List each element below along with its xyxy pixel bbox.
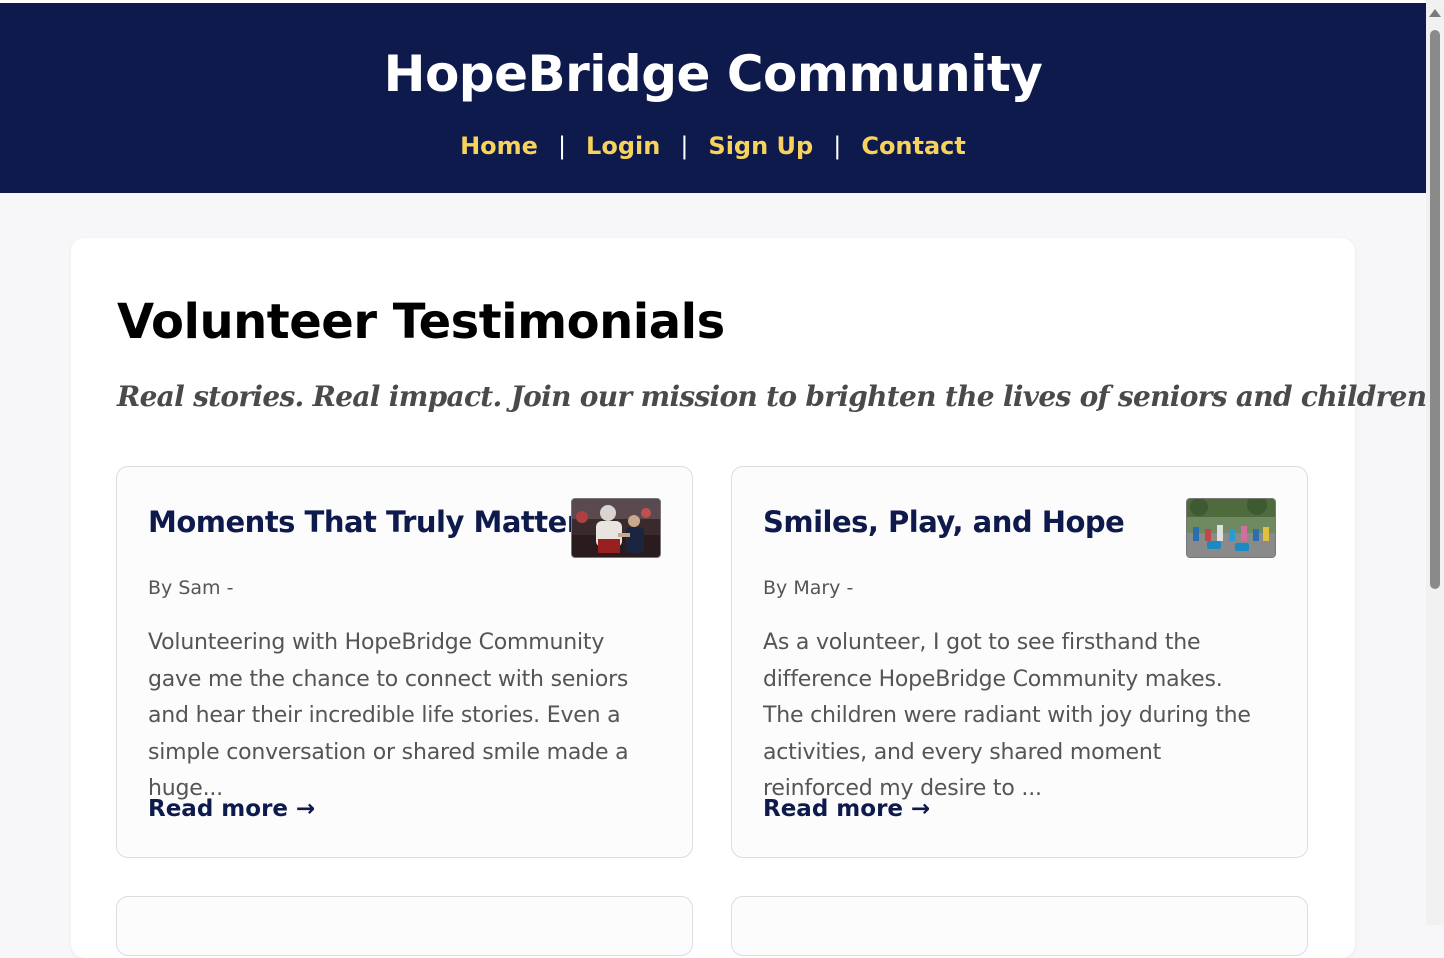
testimonial-card: Smiles, Play, and Hope By Mary - As a vo…	[731, 466, 1308, 858]
vertical-scrollbar[interactable]	[1426, 0, 1444, 925]
nav-separator: |	[833, 132, 842, 160]
read-more-link[interactable]: Read more →	[763, 796, 930, 822]
testimonial-thumbnail	[1186, 498, 1276, 558]
testimonial-excerpt: As a volunteer, I got to see firsthand t…	[763, 630, 1251, 801]
scroll-up-arrow-icon[interactable]	[1429, 9, 1441, 17]
testimonial-excerpt: Volunteering with HopeBridge Community g…	[148, 630, 629, 801]
nav-link-login[interactable]: Login	[586, 132, 660, 160]
nav-link-sign-up[interactable]: Sign Up	[708, 132, 813, 160]
site-title: HopeBridge Community	[383, 45, 1043, 103]
page-tagline: Real stories. Real impact. Join our miss…	[117, 380, 1436, 413]
nav-separator: |	[680, 132, 689, 160]
nav-separator: |	[557, 132, 567, 160]
nav-link-contact[interactable]: Contact	[861, 132, 966, 160]
testimonial-author: By Sam -	[148, 577, 234, 599]
children-event-photo	[1187, 499, 1275, 557]
page-title: Volunteer Testimonials	[117, 294, 725, 350]
testimonial-title: Smiles, Play, and Hope	[763, 505, 1125, 539]
testimonial-author: By Mary -	[763, 577, 854, 599]
testimonials-section: Volunteer Testimonials Real stories. Rea…	[71, 238, 1436, 958]
testimonial-card-partial	[116, 896, 693, 956]
scrollbar-thumb[interactable]	[1430, 30, 1440, 589]
testimonial-card: Moments That Truly Matter By Sam - Volun…	[116, 466, 693, 858]
testimonial-card-partial	[731, 896, 1308, 956]
nav-link-home[interactable]: Home	[460, 132, 538, 160]
site-header: HopeBridge Community Home | Login | Sign…	[0, 3, 1426, 193]
testimonial-title: Moments That Truly Matter	[148, 505, 581, 539]
senior-volunteer-photo	[572, 499, 660, 557]
main-nav: Home | Login | Sign Up | Contact	[0, 129, 1426, 163]
testimonial-thumbnail	[571, 498, 661, 558]
read-more-link[interactable]: Read more →	[148, 796, 315, 822]
